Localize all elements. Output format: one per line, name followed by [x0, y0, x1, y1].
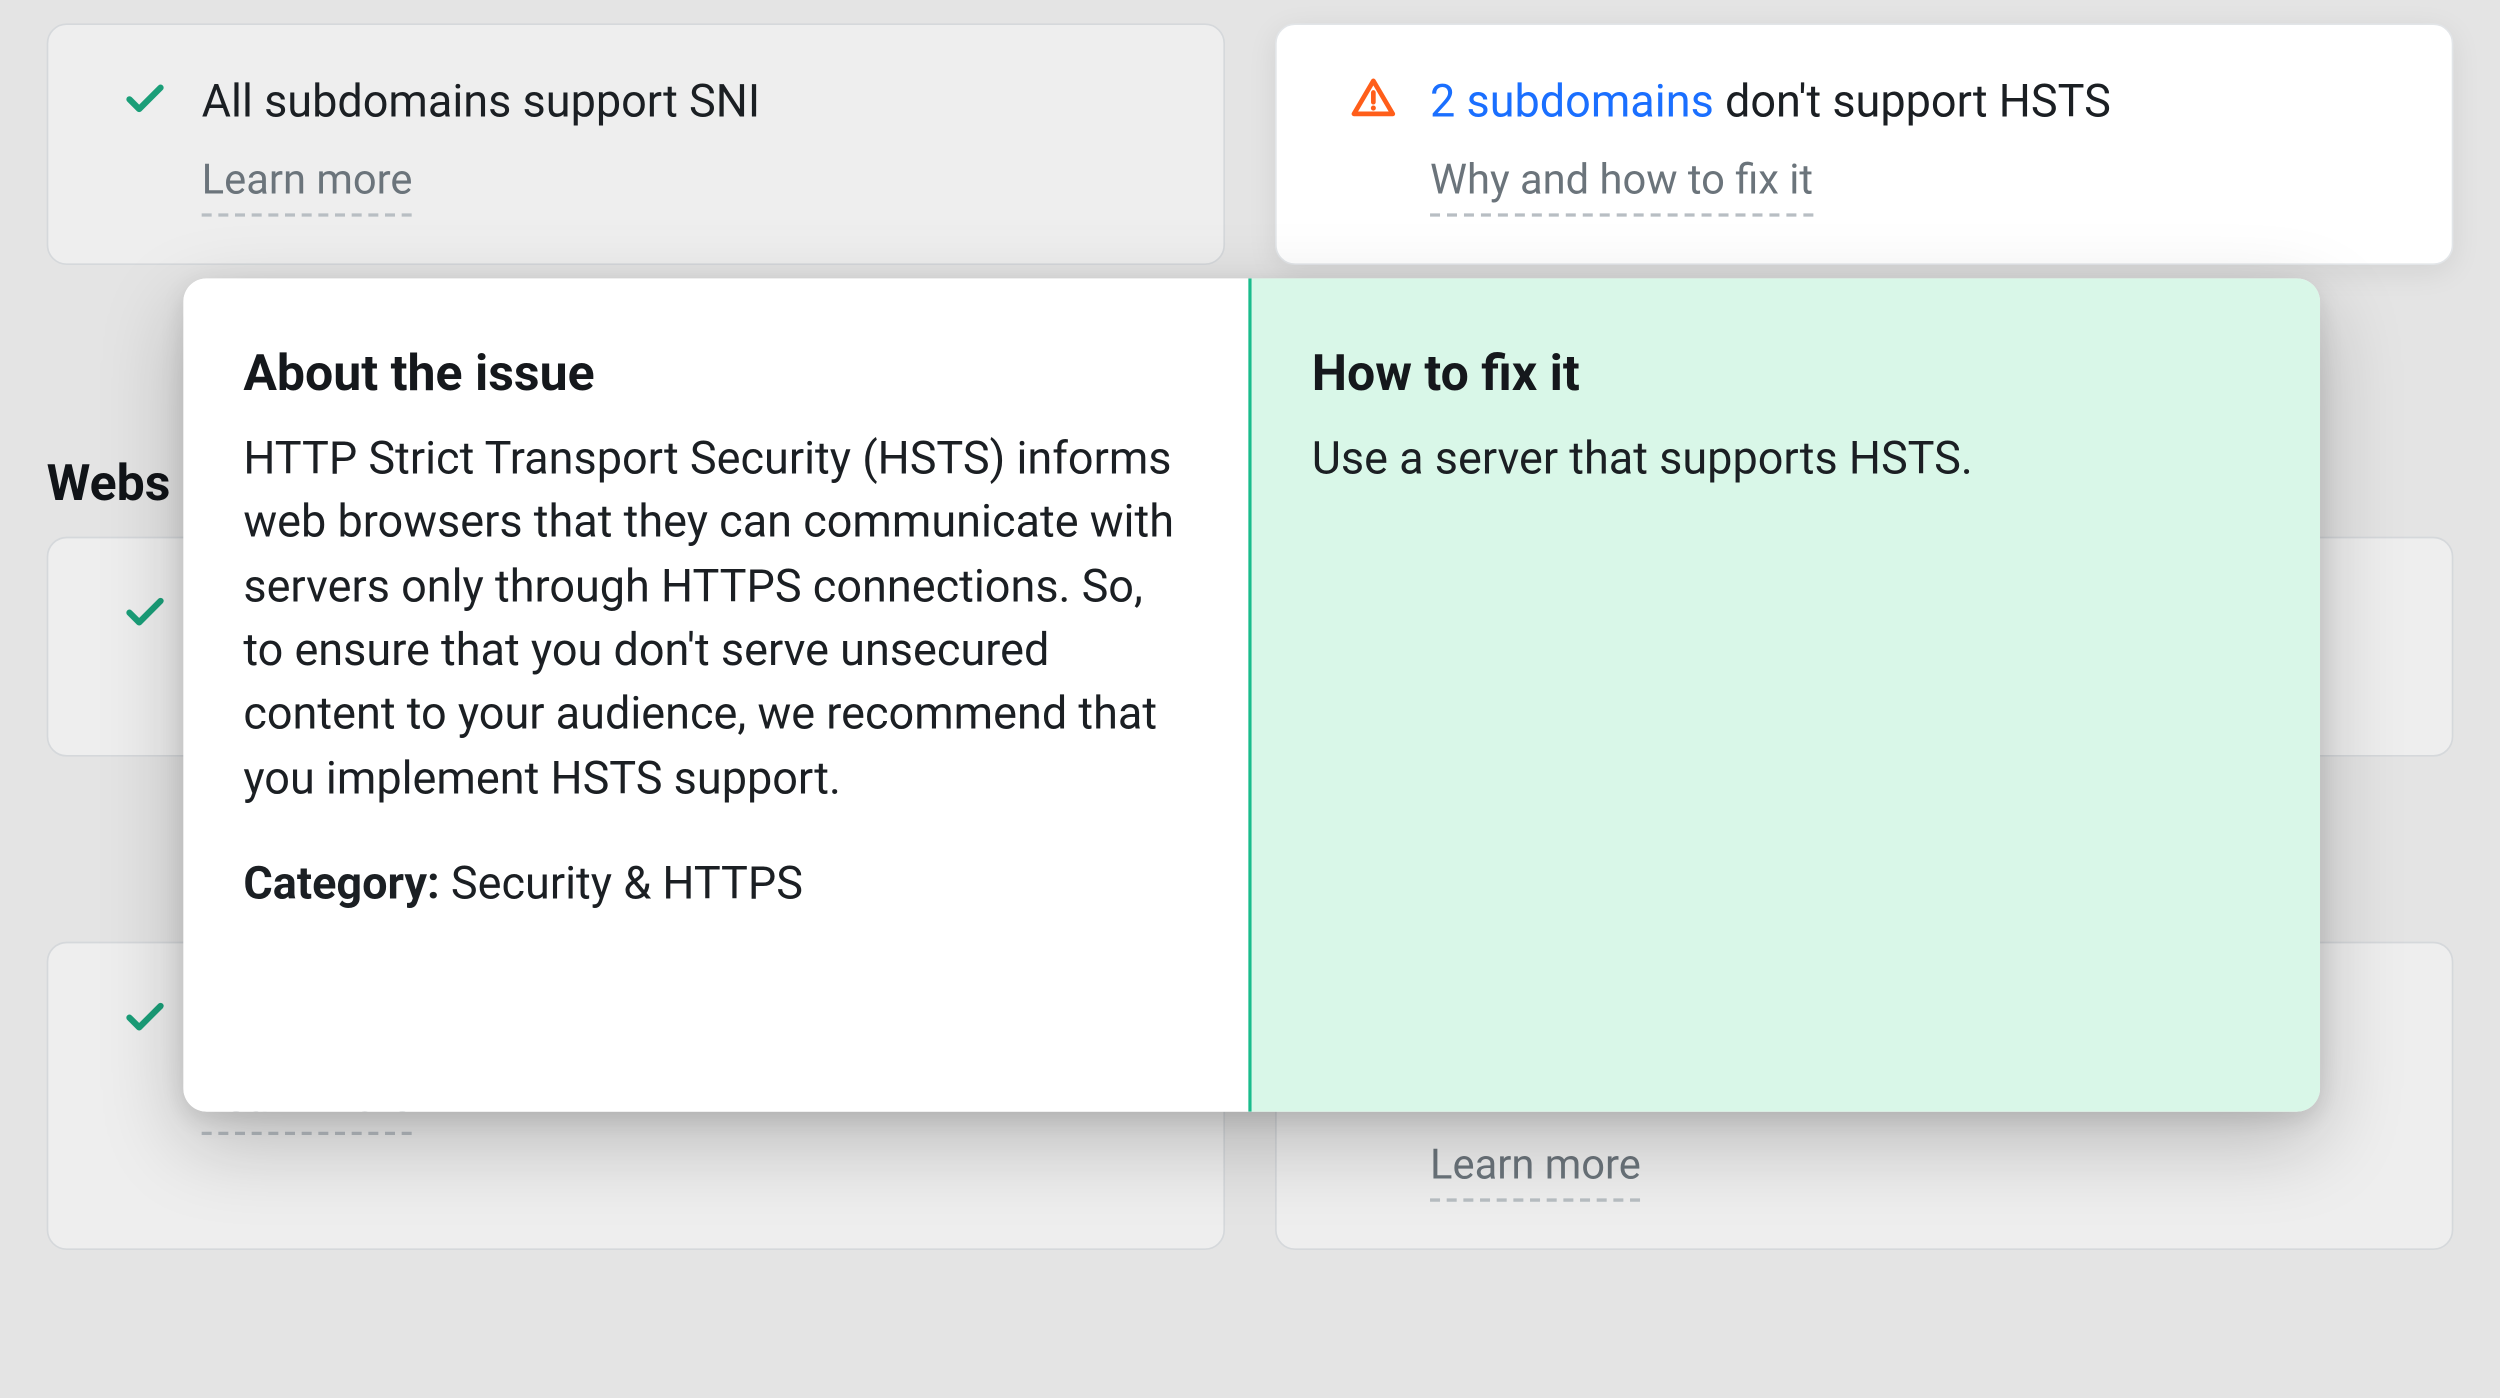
popover-about-panel: About the issue HTTP Strict Transport Se… [183, 278, 1251, 1111]
card-sni-title: All subdomains support SNI [202, 72, 760, 133]
check-icon [122, 993, 169, 1040]
popover-category-label: Category: [243, 857, 439, 910]
check-icon [122, 75, 169, 122]
popover-fix-heading: How to fix it [1312, 345, 2260, 403]
popover-fix-body: Use a server that supports HSTS. [1312, 427, 2260, 491]
popover-category-value: Security & HTTPS [451, 857, 803, 910]
card-hsts: 2 subdomains don't support HSTS Why and … [1275, 23, 2453, 265]
card-hsts-fix-link[interactable]: Why and how to fix it [1430, 156, 1813, 217]
popover-about-heading: About the issue [243, 345, 1188, 403]
card-sni: All subdomains support SNI Learn more [47, 23, 1225, 265]
card-hsts-title: 2 subdomains don't support HSTS [1430, 72, 2111, 133]
section-heading: Webs [47, 455, 171, 513]
popover-category: Category: Security & HTTPS [243, 857, 1188, 910]
card-hsts-title-rest: don't support HSTS [1714, 75, 2111, 128]
check-icon [122, 588, 169, 635]
popover-about-body: HTTP Strict Transport Security (HSTS) in… [243, 427, 1188, 810]
card-sni-learn-more[interactable]: Learn more [202, 156, 413, 217]
popover-fix-panel: How to fix it Use a server that supports… [1252, 278, 2320, 1111]
cards-grid: All subdomains support SNI Learn more 2 … [47, 23, 2454, 265]
card-hsts-subdomain-link[interactable]: 2 subdomains [1430, 75, 1714, 128]
card-sni-head: All subdomains support SNI [122, 72, 1157, 133]
card-row3-right-learn-more[interactable]: Learn more [1430, 1141, 1641, 1202]
card-hsts-head: 2 subdomains don't support HSTS [1350, 72, 2385, 133]
issue-popover: About the issue HTTP Strict Transport Se… [183, 278, 2320, 1111]
warning-triangle-icon [1350, 75, 1397, 122]
